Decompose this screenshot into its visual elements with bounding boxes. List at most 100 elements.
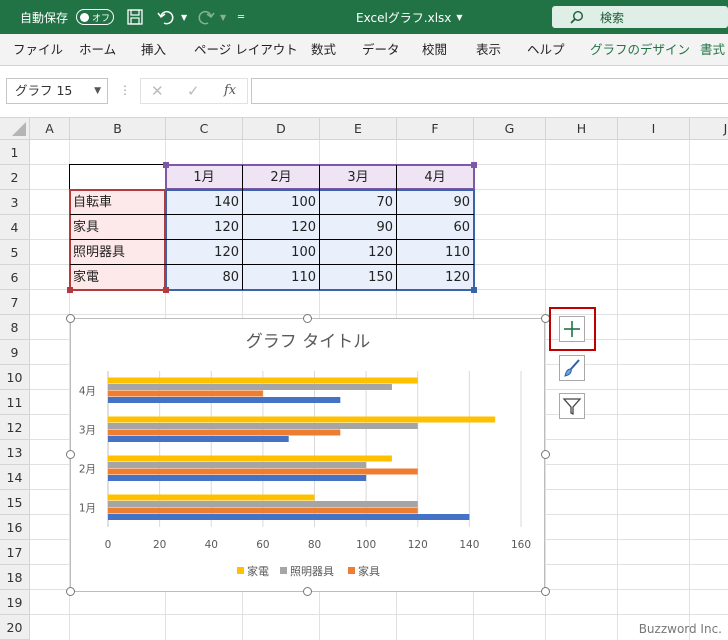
autosave-toggle[interactable]: オフ — [76, 0, 114, 34]
cell-d4[interactable]: 120 — [243, 215, 316, 240]
bar[interactable] — [108, 462, 367, 468]
bar[interactable] — [108, 514, 470, 520]
column-header-h[interactable]: H — [546, 118, 618, 140]
chart-filters-button[interactable] — [559, 393, 585, 419]
tab-review[interactable]: 校閲 — [422, 34, 447, 66]
cell-f3[interactable]: 90 — [397, 190, 470, 215]
row-header-10[interactable]: 10 — [0, 365, 30, 390]
column-header-f[interactable]: F — [397, 118, 474, 140]
name-box-dropdown-icon[interactable]: ▼ — [94, 79, 101, 103]
column-header-g[interactable]: G — [474, 118, 546, 140]
cell-f6[interactable]: 120 — [397, 265, 470, 290]
chart-styles-button[interactable] — [559, 355, 585, 381]
row-header-14[interactable]: 14 — [0, 465, 30, 490]
bar[interactable] — [108, 494, 315, 501]
formula-input[interactable] — [251, 78, 728, 104]
resize-handle-right[interactable] — [541, 450, 550, 459]
name-box[interactable]: グラフ 15 ▼ — [6, 78, 108, 104]
resize-handle-bottom-left[interactable] — [66, 587, 75, 596]
range-handle[interactable] — [471, 287, 477, 293]
cell-e4[interactable]: 90 — [320, 215, 393, 240]
chart-elements-button[interactable] — [559, 316, 585, 342]
cell-b5[interactable]: 照明器具 — [73, 240, 163, 265]
cell-e6[interactable]: 150 — [320, 265, 393, 290]
cell-f2[interactable]: 4月 — [397, 165, 473, 190]
row-header-6[interactable]: 6 — [0, 265, 30, 290]
cell-e5[interactable]: 120 — [320, 240, 393, 265]
cell-f4[interactable]: 60 — [397, 215, 470, 240]
search-box[interactable]: 検索 — [552, 6, 728, 28]
row-header-13[interactable]: 13 — [0, 440, 30, 465]
tab-data[interactable]: データ — [362, 34, 400, 66]
cell-c5[interactable]: 120 — [166, 240, 239, 265]
row-header-19[interactable]: 19 — [0, 590, 30, 615]
bar[interactable] — [108, 475, 367, 481]
tab-file[interactable]: ファイル — [13, 34, 63, 66]
row-header-11[interactable]: 11 — [0, 390, 30, 415]
bar[interactable] — [108, 455, 392, 462]
cell-e3[interactable]: 70 — [320, 190, 393, 215]
row-header-12[interactable]: 12 — [0, 415, 30, 440]
cell-b6[interactable]: 家電 — [73, 265, 163, 290]
bar[interactable] — [108, 507, 418, 514]
row-header-17[interactable]: 17 — [0, 540, 30, 565]
tab-home[interactable]: ホーム — [79, 34, 116, 66]
bar[interactable] — [108, 397, 341, 403]
corner-cell-b2[interactable] — [69, 164, 166, 190]
column-header-a[interactable]: A — [30, 118, 70, 140]
row-header-20[interactable]: 20 — [0, 615, 30, 640]
cell-f5[interactable]: 110 — [397, 240, 470, 265]
resize-handle-left[interactable] — [66, 450, 75, 459]
redo-dropdown-icon[interactable]: ▼ — [220, 0, 226, 34]
row-header-2[interactable]: 2 — [0, 165, 30, 190]
bar[interactable] — [108, 377, 418, 384]
cell-d2[interactable]: 2月 — [243, 165, 319, 190]
tab-page-layout[interactable]: ページ レイアウト — [194, 34, 298, 66]
legend-entry[interactable]: 家具 — [358, 564, 380, 578]
bar[interactable] — [108, 501, 418, 507]
tab-insert[interactable]: 挿入 — [141, 34, 166, 66]
cell-b4[interactable]: 家具 — [73, 215, 163, 240]
customize-toolbar-icon[interactable]: ═ — [238, 0, 244, 34]
tab-formulas[interactable]: 数式 — [311, 34, 336, 66]
resize-handle-bottom-right[interactable] — [541, 587, 550, 596]
legend-entry[interactable]: 照明器具 — [290, 565, 334, 578]
bar[interactable] — [108, 390, 263, 397]
chart-object[interactable]: グラフ タイトル 0 20 40 60 80 100 120 140 160 1月 2月 3月 4月 … — [70, 318, 545, 592]
cancel-icon[interactable]: ✕ — [151, 82, 164, 100]
file-name[interactable]: Excelグラフ.xlsx ▼ — [356, 0, 463, 34]
row-header-18[interactable]: 18 — [0, 565, 30, 590]
cell-c2[interactable]: 1月 — [166, 165, 242, 190]
cell-d3[interactable]: 100 — [243, 190, 316, 215]
legend-entry[interactable]: 家電 — [247, 564, 269, 578]
bar[interactable] — [108, 429, 341, 436]
row-header-9[interactable]: 9 — [0, 340, 30, 365]
bar[interactable] — [108, 436, 289, 442]
row-header-15[interactable]: 15 — [0, 490, 30, 515]
column-header-c[interactable]: C — [166, 118, 243, 140]
tab-view[interactable]: 表示 — [476, 34, 501, 66]
column-header-i[interactable]: I — [618, 118, 690, 140]
enter-icon[interactable]: ✓ — [187, 82, 200, 100]
row-header-8[interactable]: 8 — [0, 315, 30, 340]
cell-d6[interactable]: 110 — [243, 265, 316, 290]
column-header-e[interactable]: E — [320, 118, 397, 140]
row-header-16[interactable]: 16 — [0, 515, 30, 540]
tab-format[interactable]: 書式 — [700, 34, 725, 66]
row-header-7[interactable]: 7 — [0, 290, 30, 315]
cell-c3[interactable]: 140 — [166, 190, 239, 215]
save-icon[interactable] — [126, 0, 144, 34]
row-header-3[interactable]: 3 — [0, 190, 30, 215]
resize-handle-bottom[interactable] — [303, 587, 312, 596]
bar[interactable] — [108, 468, 418, 475]
chart-legend[interactable]: 家電 照明器具 家具 — [237, 564, 380, 578]
undo-icon[interactable] — [156, 0, 176, 34]
cell-e2[interactable]: 3月 — [320, 165, 396, 190]
cell-c4[interactable]: 120 — [166, 215, 239, 240]
tab-chart-design[interactable]: グラフのデザイン — [590, 34, 690, 66]
tab-help[interactable]: ヘルプ — [527, 34, 565, 66]
column-header-d[interactable]: D — [243, 118, 320, 140]
row-header-4[interactable]: 4 — [0, 215, 30, 240]
cell-b3[interactable]: 自転車 — [73, 190, 163, 215]
cell-c6[interactable]: 80 — [166, 265, 239, 290]
